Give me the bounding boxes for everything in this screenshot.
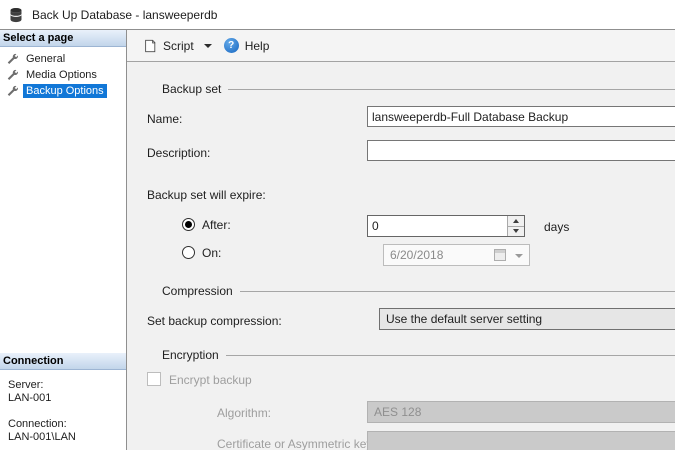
stepper-up-button[interactable]	[508, 216, 524, 227]
title-bar: Back Up Database - lansweeperdb	[0, 0, 675, 29]
compression-section: Compression	[162, 284, 675, 298]
window-title: Back Up Database - lansweeperdb	[32, 8, 217, 22]
algorithm-selected-value: AES 128	[374, 405, 421, 419]
connection-header: Connection	[0, 353, 126, 370]
script-button[interactable]: Script	[137, 35, 218, 57]
after-days-stepper[interactable]: 0	[367, 215, 525, 237]
section-divider	[228, 89, 675, 90]
encryption-section-title: Encryption	[162, 348, 219, 362]
expire-date-picker[interactable]: 6/20/2018	[383, 244, 530, 266]
connection-value: LAN-001\LAN	[8, 431, 126, 444]
description-input[interactable]	[367, 140, 675, 161]
certificate-label: Certificate or Asymmetric key:	[217, 437, 376, 450]
on-radio-label[interactable]: On:	[202, 246, 221, 260]
sidebar-item-label: General	[23, 52, 68, 66]
name-label: Name:	[147, 112, 182, 126]
wrench-icon	[6, 85, 18, 97]
chevron-down-icon	[515, 254, 523, 258]
backup-database-dialog: Back Up Database - lansweeperdb Select a…	[0, 0, 675, 450]
expire-date-value: 6/20/2018	[390, 248, 443, 262]
compression-selected-value: Use the default server setting	[386, 312, 542, 326]
encrypt-backup-label: Encrypt backup	[169, 373, 252, 387]
encryption-section: Encryption	[162, 348, 675, 362]
page-nav: General Media Options Backup Options	[0, 47, 126, 99]
arrow-up-icon	[513, 219, 519, 223]
compression-label: Set backup compression:	[147, 314, 282, 328]
sidebar-item-label: Media Options	[23, 68, 100, 82]
wrench-icon	[6, 69, 18, 81]
script-icon	[143, 39, 157, 53]
server-value: LAN-001	[8, 392, 126, 405]
backup-set-section-title: Backup set	[162, 82, 221, 96]
select-a-page-header: Select a page	[0, 30, 126, 47]
calendar-icon	[494, 249, 506, 261]
certificate-select	[367, 431, 675, 450]
server-label: Server:	[8, 379, 126, 392]
database-icon	[8, 7, 24, 23]
help-button-label: Help	[245, 39, 270, 53]
algorithm-label: Algorithm:	[217, 406, 271, 420]
chevron-down-icon[interactable]	[204, 44, 212, 48]
sidebar-item-media-options[interactable]: Media Options	[0, 67, 126, 83]
after-days-value: 0	[372, 219, 379, 233]
help-icon: ?	[224, 38, 239, 53]
description-label: Description:	[147, 146, 210, 160]
sidebar-item-general[interactable]: General	[0, 51, 126, 67]
sidebar-item-backup-options[interactable]: Backup Options	[0, 83, 126, 99]
stepper-down-button[interactable]	[508, 227, 524, 237]
section-divider	[226, 355, 675, 356]
days-unit-label: days	[544, 220, 569, 234]
sidebar-item-label: Backup Options	[23, 84, 107, 98]
backup-set-section: Backup set	[162, 82, 675, 96]
on-radio[interactable]	[182, 246, 195, 259]
section-divider	[240, 291, 675, 292]
arrow-down-icon	[513, 229, 519, 233]
wrench-icon	[6, 53, 18, 65]
script-button-label: Script	[163, 39, 194, 53]
compression-section-title: Compression	[162, 284, 233, 298]
after-radio[interactable]	[182, 218, 195, 231]
backup-name-input[interactable]	[367, 106, 675, 127]
expire-label: Backup set will expire:	[147, 188, 266, 202]
after-radio-label[interactable]: After:	[202, 218, 231, 232]
sidebar: Select a page General Media Options	[0, 30, 127, 450]
connection-panel: Connection Server: LAN-001 Connection: L…	[0, 353, 126, 450]
compression-select[interactable]: Use the default server setting	[379, 308, 675, 330]
toolbar: Script ? Help	[127, 30, 675, 62]
connection-label: Connection:	[8, 418, 126, 431]
help-button[interactable]: ? Help	[218, 34, 276, 57]
algorithm-select: AES 128	[367, 401, 675, 423]
backup-options-page: Backup set Name: Description: Backup set…	[127, 62, 675, 450]
encrypt-backup-checkbox[interactable]	[147, 372, 161, 386]
